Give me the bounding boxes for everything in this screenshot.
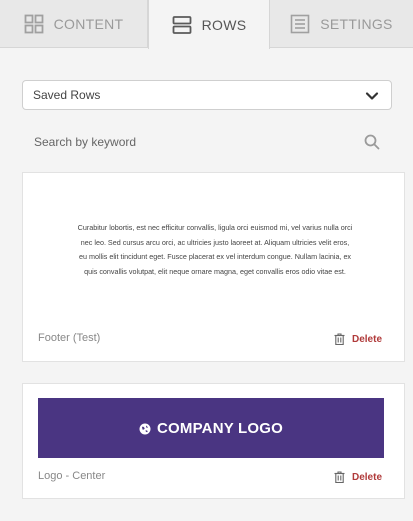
tab-content[interactable]: CONTENT bbox=[0, 0, 148, 48]
tab-rows-label: ROWS bbox=[201, 16, 247, 33]
grid-icon bbox=[24, 14, 44, 34]
globe-icon bbox=[139, 422, 151, 435]
search-bar bbox=[22, 128, 392, 156]
company-logo-preview: COMPANY LOGO bbox=[38, 398, 384, 458]
search-icon[interactable] bbox=[364, 134, 380, 150]
search-input[interactable] bbox=[22, 135, 342, 149]
delete-label: Delete bbox=[351, 333, 382, 345]
row-name: Logo - Center bbox=[38, 470, 106, 482]
trash-icon bbox=[334, 471, 345, 484]
chevron-down-icon bbox=[365, 89, 379, 103]
settings-list-icon bbox=[290, 14, 310, 34]
tab-settings-label: SETTINGS bbox=[320, 16, 393, 32]
delete-label: Delete bbox=[351, 471, 382, 483]
saved-rows-select[interactable]: Saved Rows bbox=[22, 80, 392, 110]
rows-icon bbox=[172, 15, 192, 35]
saved-row-card[interactable]: Curabitur lobortis, est nec efficitur co… bbox=[22, 172, 405, 362]
tab-settings[interactable]: SETTINGS bbox=[270, 0, 413, 48]
tab-rows[interactable]: ROWS bbox=[148, 0, 270, 49]
row-preview-text: Curabitur lobortis, est nec efficitur co… bbox=[77, 223, 353, 276]
select-value: Saved Rows bbox=[33, 88, 101, 102]
delete-button[interactable]: Delete bbox=[334, 333, 382, 346]
tab-bar: CONTENT ROWS SETTINGS bbox=[0, 0, 413, 49]
saved-row-card[interactable]: COMPANY LOGO Logo - Center Delete bbox=[22, 383, 405, 499]
delete-button[interactable]: Delete bbox=[334, 471, 382, 484]
row-name: Footer (Test) bbox=[38, 332, 101, 344]
logo-text: COMPANY LOGO bbox=[156, 419, 284, 437]
tab-content-label: CONTENT bbox=[53, 16, 124, 32]
trash-icon bbox=[334, 333, 345, 346]
